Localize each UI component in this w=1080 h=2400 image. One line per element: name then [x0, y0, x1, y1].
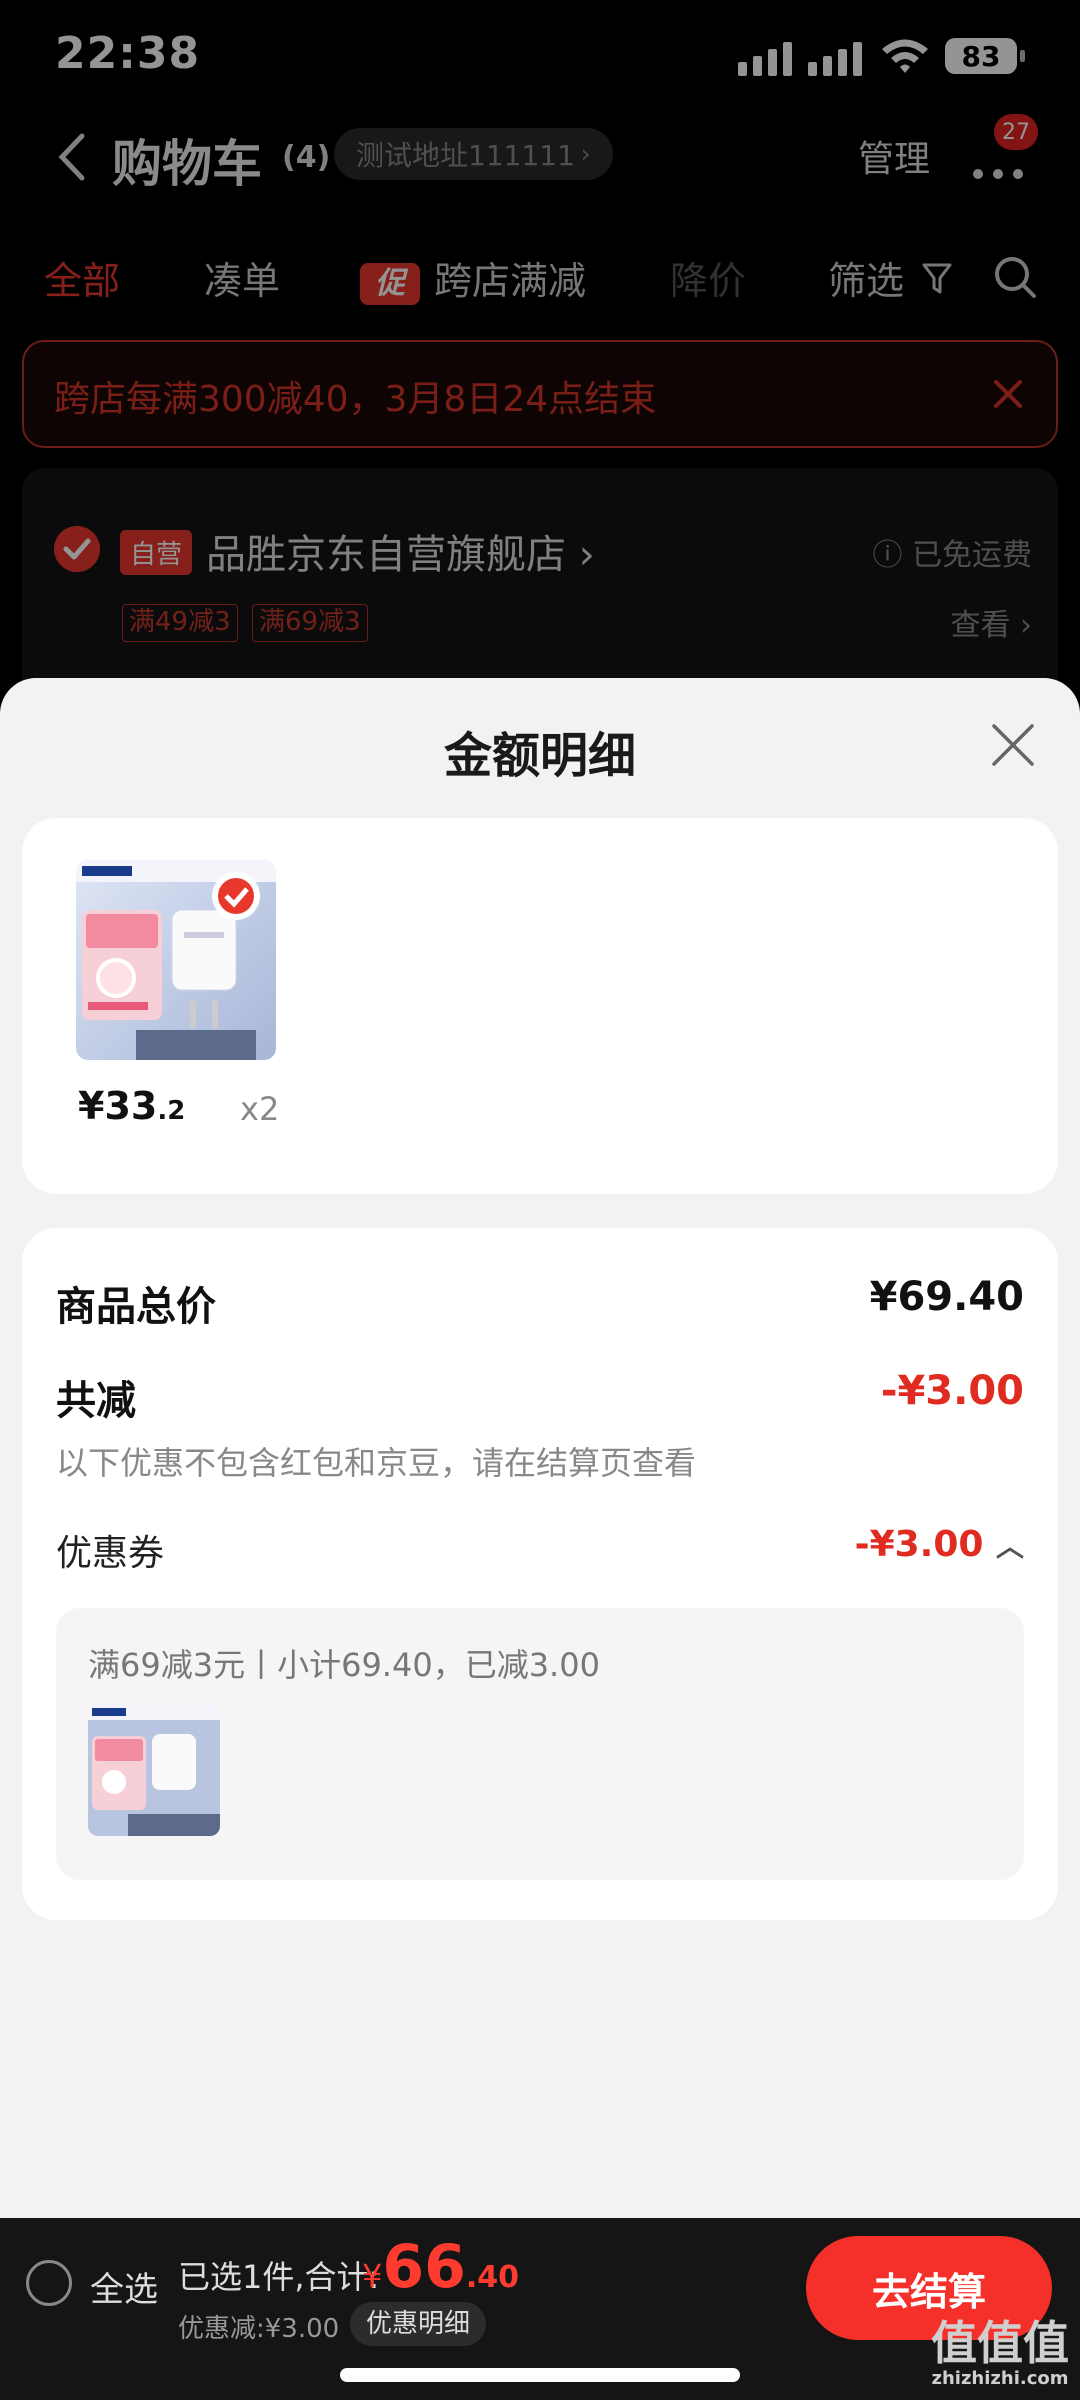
- price-main: ¥33: [78, 1084, 158, 1128]
- total-currency: ¥: [362, 2257, 383, 2295]
- coupon-label: 优惠券: [56, 1533, 165, 1574]
- price-decimal: .2: [157, 1096, 186, 1126]
- total-integer: 66: [382, 2232, 466, 2302]
- reduction-value: -¥3.00: [880, 1368, 1024, 1414]
- checkout-bar: 全选 已选1件,合计: ¥66.40 优惠减:¥3.00 优惠明细 去结算 值值…: [0, 2218, 1080, 2400]
- select-all-label[interactable]: 全选: [90, 2262, 158, 2311]
- product-card: ¥33.2 x2: [22, 818, 1058, 1194]
- watermark-main: 值值值: [931, 2316, 1069, 2370]
- dim-overlay[interactable]: [0, 0, 1080, 680]
- watermark: 值值值 zhizhizhi.com: [930, 2318, 1070, 2389]
- reduction-label: 共减: [56, 1378, 136, 1424]
- coupon-value: -¥3.00: [854, 1524, 984, 1565]
- coupon-detail-box: 满69减3元丨小计69.40，已减3.00: [56, 1608, 1024, 1880]
- close-icon[interactable]: [988, 720, 1038, 770]
- sheet-title: 金额明细: [443, 728, 636, 784]
- total-price: ¥66.40: [362, 2232, 519, 2302]
- charger-thumbnail-image: [88, 1704, 220, 1836]
- product-price: ¥33.2: [78, 1084, 185, 1128]
- total-value: ¥69.40: [869, 1274, 1024, 1320]
- reduction-note: 以下优惠不包含红包和京豆，请在结算页查看: [56, 1444, 697, 1482]
- total-label: 商品总价: [56, 1284, 216, 1330]
- home-indicator[interactable]: [340, 2368, 740, 2382]
- discount-detail-button[interactable]: 优惠明细: [350, 2302, 487, 2346]
- product-quantity: x2: [240, 1090, 280, 1128]
- saved-amount: 优惠减:¥3.00: [178, 2314, 340, 2344]
- chevron-up-icon: ︿: [995, 1530, 1024, 1563]
- amount-detail-sheet: 金额明细 ¥33.2 x2 商品总价 ¥69.40 共减 -¥3.00 以下优惠…: [0, 678, 1080, 2218]
- total-decimal: .40: [465, 2260, 520, 2295]
- coupon-detail-text: 满69减3元丨小计69.40，已减3.00: [88, 1646, 600, 1684]
- selected-info: 已选1件,合计:: [178, 2258, 380, 2296]
- select-all-radio[interactable]: [26, 2260, 72, 2306]
- charger-product-image[interactable]: [76, 860, 276, 1060]
- coupon-toggle[interactable]: -¥3.00 ︿: [855, 1524, 1024, 1565]
- watermark-sub: zhizhizhi.com: [931, 2368, 1069, 2389]
- price-breakdown-card: 商品总价 ¥69.40 共减 -¥3.00 以下优惠不包含红包和京豆，请在结算页…: [22, 1228, 1058, 1920]
